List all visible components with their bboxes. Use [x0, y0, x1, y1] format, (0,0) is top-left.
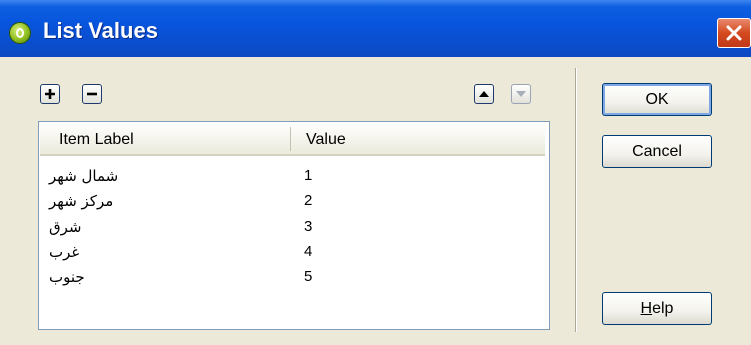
help-button-mnemonic: H	[640, 300, 653, 317]
list-values-dialog: List Values Item Label Value شمال شهر 1 …	[0, 0, 751, 345]
table-row[interactable]: شرق 3	[39, 218, 544, 236]
column-separator[interactable]	[290, 127, 291, 151]
row-value: 3	[304, 218, 313, 235]
table-row[interactable]: شمال شهر 1	[39, 167, 544, 185]
cancel-button[interactable]: Cancel	[602, 135, 712, 168]
arrow-up-icon	[479, 91, 489, 97]
row-label: جنوب	[49, 268, 85, 286]
add-item-button[interactable]	[40, 84, 60, 104]
move-down-button[interactable]	[511, 84, 531, 104]
row-label: شرق	[49, 218, 82, 236]
remove-item-button[interactable]	[82, 84, 102, 104]
row-label: مركز شهر	[49, 192, 114, 210]
row-value: 4	[304, 243, 313, 260]
row-value: 5	[304, 268, 313, 285]
row-value: 1	[304, 167, 313, 184]
row-value: 2	[304, 192, 313, 209]
table-row[interactable]: جنوب 5	[39, 268, 544, 286]
close-icon	[726, 25, 742, 41]
list-header: Item Label Value	[40, 123, 545, 156]
column-header-value[interactable]: Value	[306, 131, 346, 149]
plus-icon	[45, 89, 55, 99]
row-label: شمال شهر	[49, 167, 119, 185]
help-button[interactable]: Help	[602, 292, 712, 325]
minus-icon	[87, 92, 97, 96]
table-row[interactable]: غرب 4	[39, 243, 544, 261]
move-up-button[interactable]	[474, 84, 494, 104]
table-row[interactable]: مركز شهر 2	[39, 192, 544, 210]
close-button[interactable]	[717, 18, 751, 48]
ok-button[interactable]: OK	[602, 83, 712, 116]
dreamweaver-icon	[9, 22, 31, 44]
window-title: List Values	[43, 18, 158, 43]
vertical-divider	[575, 68, 577, 332]
row-label: غرب	[49, 243, 80, 261]
help-button-label: elp	[652, 300, 674, 317]
title-bar[interactable]: List Values	[0, 0, 751, 57]
column-header-item-label[interactable]: Item Label	[59, 131, 134, 149]
list-values-table[interactable]: Item Label Value شمال شهر 1 مركز شهر 2 ش…	[38, 121, 550, 330]
arrow-down-icon	[516, 91, 526, 97]
